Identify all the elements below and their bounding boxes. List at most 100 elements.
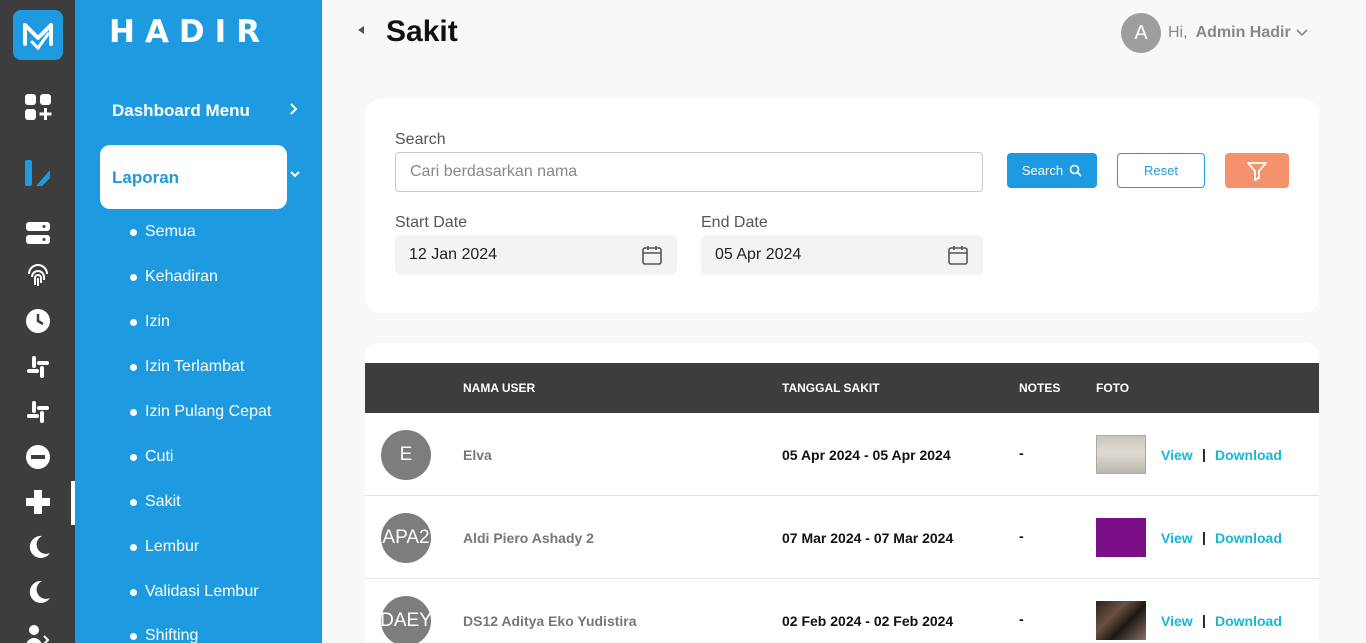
- moon-icon[interactable]: [23, 532, 53, 562]
- download-link[interactable]: Download: [1215, 613, 1282, 629]
- bullet-icon: [130, 273, 137, 281]
- view-link[interactable]: View: [1161, 613, 1193, 629]
- menu-sub-izin-pulang-cepat[interactable]: Izin Pulang Cepat: [130, 403, 271, 421]
- date-cell: 02 Feb 2024 - 02 Feb 2024: [782, 613, 954, 629]
- end-date-value: 05 Apr 2024: [715, 246, 802, 263]
- photo-thumbnail[interactable]: [1096, 435, 1146, 474]
- fingerprint-icon[interactable]: [23, 261, 53, 291]
- table-row: E Elva 05 Apr 2024 - 05 Apr 2024 - View …: [365, 413, 1319, 496]
- chevron-right-icon[interactable]: [289, 100, 299, 121]
- menu-sub-label: Izin Pulang Cepat: [145, 403, 272, 420]
- search-button-label: Search: [1021, 163, 1064, 178]
- search-icon: [1069, 164, 1082, 177]
- app-logo[interactable]: [13, 10, 63, 60]
- user-name: Admin Hadir: [1195, 24, 1291, 41]
- side-menu: HADIR Dashboard Menu Laporan Semua Kehad…: [75, 0, 322, 643]
- end-date-label: End Date: [701, 214, 768, 231]
- user-switch-icon[interactable]: [23, 620, 53, 643]
- moon-icon-2[interactable]: [23, 577, 53, 607]
- icon-rail: [0, 0, 75, 643]
- menu-sub-label: Kehadiran: [145, 268, 218, 285]
- menu-sub-label: Izin: [145, 313, 170, 330]
- medical-cross-icon[interactable]: [23, 487, 53, 517]
- bullet-icon: [130, 543, 137, 551]
- slack-icon[interactable]: [23, 352, 53, 382]
- dashboard-grid-icon[interactable]: [23, 92, 53, 122]
- search-input[interactable]: [395, 152, 983, 192]
- menu-sub-label: Izin Terlambat: [145, 358, 245, 375]
- chevron-down-icon: [1296, 29, 1308, 37]
- menu-sub-lembur[interactable]: Lembur: [130, 538, 199, 556]
- calendar-icon[interactable]: [947, 244, 969, 266]
- view-link[interactable]: View: [1161, 447, 1193, 463]
- calendar-icon[interactable]: [641, 244, 663, 266]
- user-name-cell: DS12 Aditya Eko Yudistira: [463, 613, 637, 629]
- clock-icon[interactable]: [23, 306, 53, 336]
- bullet-icon: [130, 632, 137, 640]
- menu-sub-izin-terlambat[interactable]: Izin Terlambat: [130, 358, 244, 376]
- menu-sub-label: Shifting: [145, 627, 199, 643]
- date-cell: 07 Mar 2024 - 07 Mar 2024: [782, 530, 954, 546]
- end-date-field[interactable]: 05 Apr 2024: [701, 235, 983, 275]
- col-tanggal-sakit[interactable]: TANGGAL SAKIT: [782, 381, 880, 395]
- brand-name: HADIR: [109, 14, 271, 50]
- notes-cell: -: [1019, 611, 1024, 627]
- notes-cell: -: [1019, 528, 1024, 544]
- menu-sub-label: Cuti: [145, 448, 174, 465]
- bullet-icon: [130, 318, 137, 326]
- start-date-label: Start Date: [395, 214, 468, 231]
- menu-sub-izin[interactable]: Izin: [130, 313, 170, 331]
- col-nama-user[interactable]: NAMA USER: [463, 381, 535, 395]
- photo-thumbnail[interactable]: [1096, 601, 1146, 640]
- user-menu[interactable]: A Hi, Admin Hadir: [1121, 13, 1309, 53]
- link-separator: |: [1202, 446, 1206, 462]
- link-separator: |: [1202, 612, 1206, 628]
- avatar: E: [381, 430, 431, 480]
- date-cell: 05 Apr 2024 - 05 Apr 2024: [782, 447, 951, 463]
- menu-sub-validasi-lembur[interactable]: Validasi Lembur: [130, 583, 259, 601]
- bullet-icon: [130, 228, 137, 236]
- notes-cell: -: [1019, 445, 1024, 461]
- filter-card: [365, 99, 1319, 313]
- page-title: Sakit: [386, 15, 458, 48]
- search-label: Search: [395, 131, 446, 148]
- slack-icon-2[interactable]: [23, 397, 53, 427]
- user-name-cell: Aldi Piero Ashady 2: [463, 530, 594, 546]
- bullet-icon: [130, 588, 137, 596]
- menu-sub-kehadiran[interactable]: Kehadiran: [130, 268, 218, 286]
- logo-icon: [23, 23, 53, 51]
- download-link[interactable]: Download: [1215, 530, 1282, 546]
- collapse-arrow-icon[interactable]: [358, 26, 364, 34]
- table-row: DAEY DS12 Aditya Eko Yudistira 02 Feb 20…: [365, 579, 1319, 643]
- server-icon[interactable]: [23, 218, 53, 248]
- start-date-field[interactable]: 12 Jan 2024: [395, 235, 677, 275]
- greeting: Hi,: [1168, 24, 1188, 41]
- bullet-icon: [130, 498, 137, 506]
- minus-circle-icon[interactable]: [23, 442, 53, 472]
- menu-laporan-label[interactable]: Laporan: [112, 168, 179, 188]
- col-notes[interactable]: NOTES: [1019, 381, 1060, 395]
- menu-sub-sakit[interactable]: Sakit: [130, 493, 181, 511]
- menu-sub-cuti[interactable]: Cuti: [130, 448, 173, 466]
- search-button[interactable]: Search: [1007, 153, 1097, 188]
- filter-icon: [1247, 161, 1267, 181]
- menu-sub-shifting[interactable]: Shifting: [130, 627, 198, 643]
- table-card: NAMA USER TANGGAL SAKIT NOTES FOTO E Elv…: [365, 343, 1319, 643]
- download-link[interactable]: Download: [1215, 447, 1282, 463]
- photo-thumbnail[interactable]: [1096, 518, 1146, 557]
- menu-dashboard[interactable]: Dashboard Menu: [112, 101, 250, 121]
- user-name-cell: Elva: [463, 447, 492, 463]
- avatar: A: [1121, 13, 1161, 53]
- chevron-down-icon[interactable]: [289, 167, 301, 183]
- view-link[interactable]: View: [1161, 530, 1193, 546]
- table-row: APA2 Aldi Piero Ashady 2 07 Mar 2024 - 0…: [365, 496, 1319, 579]
- report-icon[interactable]: [23, 158, 53, 188]
- avatar: DAEY: [381, 596, 431, 643]
- reset-button[interactable]: Reset: [1117, 153, 1205, 188]
- bullet-icon: [130, 363, 137, 371]
- filter-button[interactable]: [1225, 153, 1289, 188]
- link-separator: |: [1202, 529, 1206, 545]
- menu-sub-semua[interactable]: Semua: [130, 223, 196, 241]
- col-foto[interactable]: FOTO: [1096, 381, 1129, 395]
- menu-sub-label: Sakit: [145, 493, 181, 510]
